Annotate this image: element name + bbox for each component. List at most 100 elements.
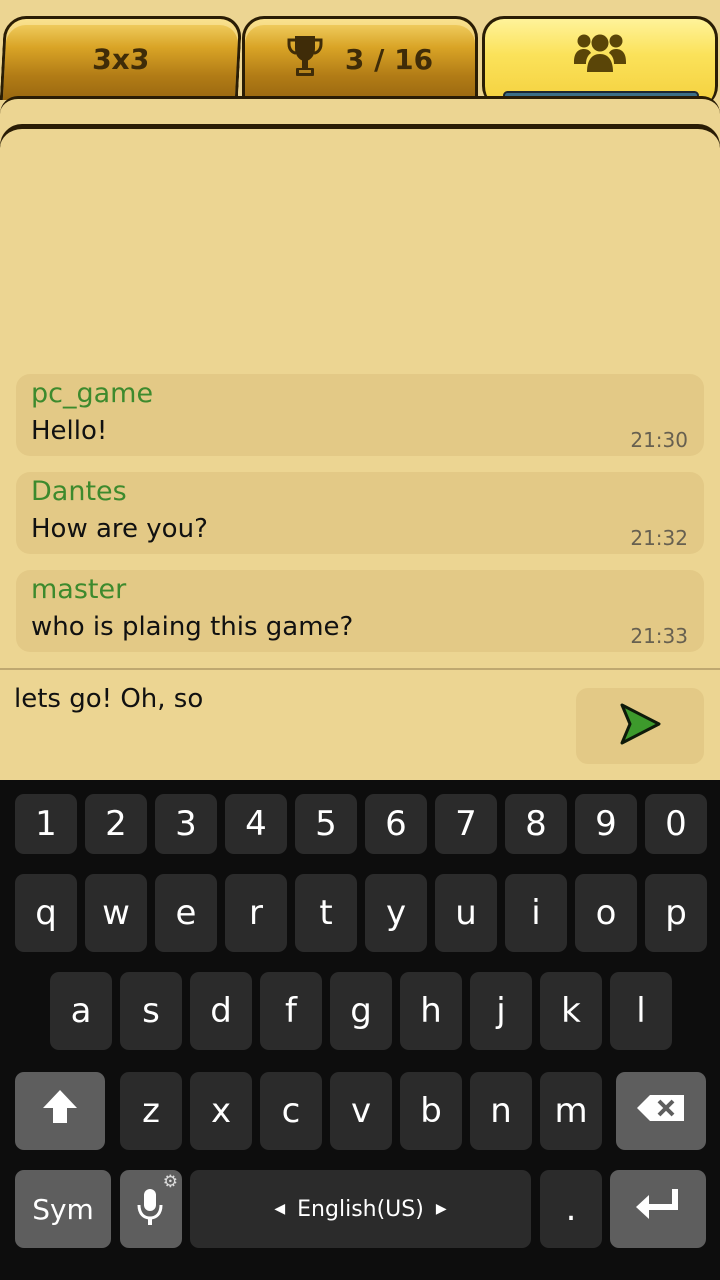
language-prev-icon: ◀ bbox=[274, 1201, 286, 1217]
message-time: 21:33 bbox=[630, 624, 688, 648]
enter-key[interactable] bbox=[610, 1170, 706, 1248]
letter-key-m[interactable]: m bbox=[540, 1072, 602, 1150]
key-label: g bbox=[350, 991, 372, 1031]
key-label: n bbox=[490, 1091, 512, 1131]
number-key-5[interactable]: 5 bbox=[295, 794, 357, 854]
number-key-3[interactable]: 3 bbox=[155, 794, 217, 854]
message-username: pc_game bbox=[31, 378, 154, 409]
number-key-7[interactable]: 7 bbox=[435, 794, 497, 854]
enter-icon bbox=[634, 1187, 682, 1232]
key-label: i bbox=[531, 893, 541, 933]
letter-key-j[interactable]: j bbox=[470, 972, 532, 1050]
key-label: 6 bbox=[385, 804, 407, 844]
tab-board-size[interactable]: 3x3 bbox=[0, 16, 243, 100]
key-label: f bbox=[285, 991, 297, 1031]
key-label: d bbox=[210, 991, 232, 1031]
message-input[interactable]: lets go! Oh, so bbox=[14, 684, 203, 714]
message-username: master bbox=[31, 574, 127, 605]
letter-key-d[interactable]: d bbox=[190, 972, 252, 1050]
key-label: w bbox=[102, 893, 130, 933]
letter-key-f[interactable]: f bbox=[260, 972, 322, 1050]
tab-leaderboard[interactable]: 3 / 16 bbox=[242, 16, 478, 100]
chat-message: Dantes How are you? 21:32 bbox=[16, 472, 704, 554]
key-label: c bbox=[281, 1091, 301, 1131]
number-key-2[interactable]: 2 bbox=[85, 794, 147, 854]
key-label: v bbox=[350, 1091, 372, 1131]
letter-key-x[interactable]: x bbox=[190, 1072, 252, 1150]
letter-key-v[interactable]: v bbox=[330, 1072, 392, 1150]
letter-key-e[interactable]: e bbox=[155, 874, 217, 952]
key-label: 4 bbox=[245, 804, 267, 844]
key-label: 1 bbox=[35, 804, 57, 844]
key-label: e bbox=[175, 893, 197, 933]
backspace-key[interactable] bbox=[616, 1072, 706, 1150]
period-key[interactable]: . bbox=[540, 1170, 602, 1248]
letter-key-t[interactable]: t bbox=[295, 874, 357, 952]
key-label: h bbox=[420, 991, 442, 1031]
key-label: x bbox=[210, 1091, 232, 1131]
message-username: Dantes bbox=[31, 476, 127, 507]
message-input-area: lets go! Oh, so bbox=[0, 670, 720, 780]
letter-key-b[interactable]: b bbox=[400, 1072, 462, 1150]
tab-chat[interactable] bbox=[482, 16, 718, 108]
number-key-4[interactable]: 4 bbox=[225, 794, 287, 854]
message-time: 21:32 bbox=[630, 526, 688, 550]
letter-key-n[interactable]: n bbox=[470, 1072, 532, 1150]
letter-key-w[interactable]: w bbox=[85, 874, 147, 952]
trophy-icon bbox=[287, 34, 323, 85]
backspace-icon bbox=[636, 1091, 686, 1131]
number-key-1[interactable]: 1 bbox=[15, 794, 77, 854]
shift-arrow-icon bbox=[40, 1087, 80, 1136]
chat-message: pc_game Hello! 21:30 bbox=[16, 374, 704, 456]
period-key-label: . bbox=[565, 1189, 577, 1229]
letter-key-y[interactable]: y bbox=[365, 874, 427, 952]
language-next-icon: ▶ bbox=[435, 1201, 447, 1217]
key-label: o bbox=[595, 893, 617, 933]
number-key-9[interactable]: 9 bbox=[575, 794, 637, 854]
key-label: p bbox=[665, 893, 687, 933]
sym-key[interactable]: Sym bbox=[15, 1170, 111, 1248]
letter-key-h[interactable]: h bbox=[400, 972, 462, 1050]
letter-key-r[interactable]: r bbox=[225, 874, 287, 952]
letter-key-k[interactable]: k bbox=[540, 972, 602, 1050]
number-key-6[interactable]: 6 bbox=[365, 794, 427, 854]
voice-input-key[interactable]: ⚙ bbox=[120, 1170, 182, 1248]
letter-key-z[interactable]: z bbox=[120, 1072, 182, 1150]
letter-key-o[interactable]: o bbox=[575, 874, 637, 952]
letter-key-s[interactable]: s bbox=[120, 972, 182, 1050]
letter-key-q[interactable]: q bbox=[15, 874, 77, 952]
message-time: 21:30 bbox=[630, 428, 688, 452]
send-button[interactable] bbox=[576, 688, 704, 764]
number-key-8[interactable]: 8 bbox=[505, 794, 567, 854]
key-label: q bbox=[35, 893, 57, 933]
letter-key-i[interactable]: i bbox=[505, 874, 567, 952]
key-label: r bbox=[249, 893, 263, 933]
key-label: j bbox=[496, 991, 506, 1031]
letter-key-u[interactable]: u bbox=[435, 874, 497, 952]
key-label: m bbox=[554, 1091, 588, 1131]
key-label: k bbox=[561, 991, 581, 1031]
key-label: z bbox=[142, 1091, 160, 1131]
send-arrow-icon bbox=[618, 702, 662, 750]
message-text: who is plaing this game? bbox=[31, 612, 354, 642]
key-label: 8 bbox=[525, 804, 547, 844]
letter-key-l[interactable]: l bbox=[610, 972, 672, 1050]
key-label: y bbox=[385, 893, 407, 933]
tab-leaderboard-label: 3 / 16 bbox=[344, 43, 434, 76]
spacebar-key[interactable]: ◀ English(US) ▶ bbox=[190, 1170, 531, 1248]
key-label: 3 bbox=[175, 804, 197, 844]
sym-key-label: Sym bbox=[32, 1192, 94, 1226]
settings-gear-icon: ⚙ bbox=[162, 1172, 178, 1192]
key-label: 0 bbox=[665, 804, 687, 844]
key-label: a bbox=[70, 991, 92, 1031]
key-label: 5 bbox=[315, 804, 337, 844]
letter-key-a[interactable]: a bbox=[50, 972, 112, 1050]
letter-key-g[interactable]: g bbox=[330, 972, 392, 1050]
number-key-0[interactable]: 0 bbox=[645, 794, 707, 854]
message-text: How are you? bbox=[31, 514, 208, 544]
shift-key[interactable] bbox=[15, 1072, 105, 1150]
letter-key-p[interactable]: p bbox=[645, 874, 707, 952]
letter-key-c[interactable]: c bbox=[260, 1072, 322, 1150]
key-label: 9 bbox=[595, 804, 617, 844]
tab-board-size-label: 3x3 bbox=[91, 43, 151, 76]
